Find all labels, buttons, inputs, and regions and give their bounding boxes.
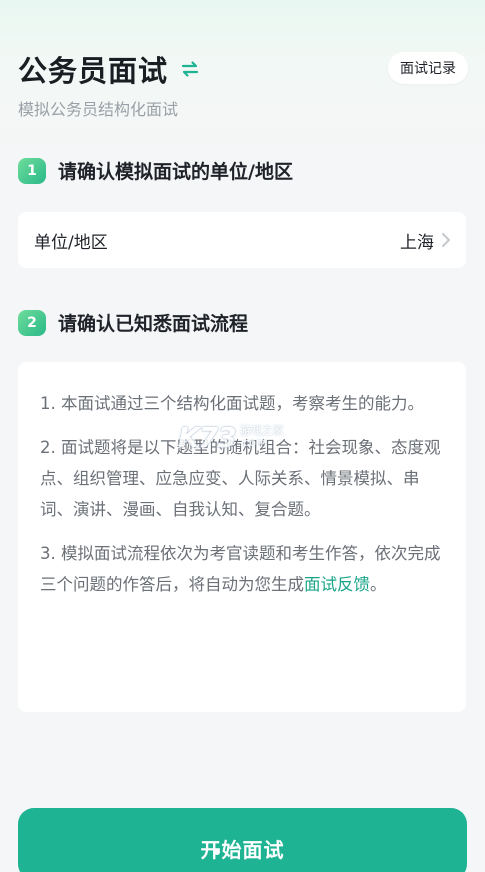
interview-feedback-link[interactable]: 面试反馈 <box>304 575 370 594</box>
step-title: 请确认已知悉面试流程 <box>58 313 249 335</box>
step-title: 请确认模拟面试的单位/地区 <box>58 161 293 183</box>
process-info-card: 1. 本面试通过三个结构化面试题，考察考生的能力。 2. 面试题将是以下题型的随… <box>18 362 466 712</box>
swap-arrows-icon[interactable] <box>180 59 200 79</box>
process-item-3-end: 。 <box>370 575 387 594</box>
unit-region-value-group: 上海 <box>400 228 452 253</box>
process-item-1: 1. 本面试通过三个结构化面试题，考察考生的能力。 <box>40 394 424 413</box>
watermark-text: 游戏之家 .com <box>240 425 284 449</box>
watermark-text-line2: .com <box>239 436 267 449</box>
header: 公务员面试 面试记录 模拟公务员结构化面试 <box>18 48 468 128</box>
unit-region-label: 单位/地区 <box>34 232 108 253</box>
process-item-3: 3. 模拟面试流程依次为考官读题和考生作答，依次完成三个问题的作答后，将自动为您… <box>40 538 444 600</box>
step-badge: 2 <box>18 309 46 336</box>
unit-region-selector[interactable]: 单位/地区 上海 <box>18 212 466 268</box>
step-2-heading: 2 请确认已知悉面试流程 <box>18 309 248 336</box>
interview-record-button[interactable]: 面试记录 <box>388 52 468 84</box>
unit-region-value: 上海 <box>400 232 434 253</box>
page: 公务员面试 面试记录 模拟公务员结构化面试 1 请确认模拟面试的单位/地区 单位… <box>0 0 485 872</box>
watermark-logo: K73 <box>178 420 237 454</box>
step-1-heading: 1 请确认模拟面试的单位/地区 <box>18 157 293 184</box>
page-subtitle: 模拟公务员结构化面试 <box>18 100 179 119</box>
watermark: K73 游戏之家 .com <box>178 420 308 454</box>
step-badge: 1 <box>18 157 46 184</box>
home-indicator <box>214 849 220 855</box>
page-title: 公务员面试 <box>18 54 169 88</box>
chevron-right-icon <box>440 232 452 248</box>
start-interview-button[interactable]: 开始面试 <box>18 808 467 872</box>
